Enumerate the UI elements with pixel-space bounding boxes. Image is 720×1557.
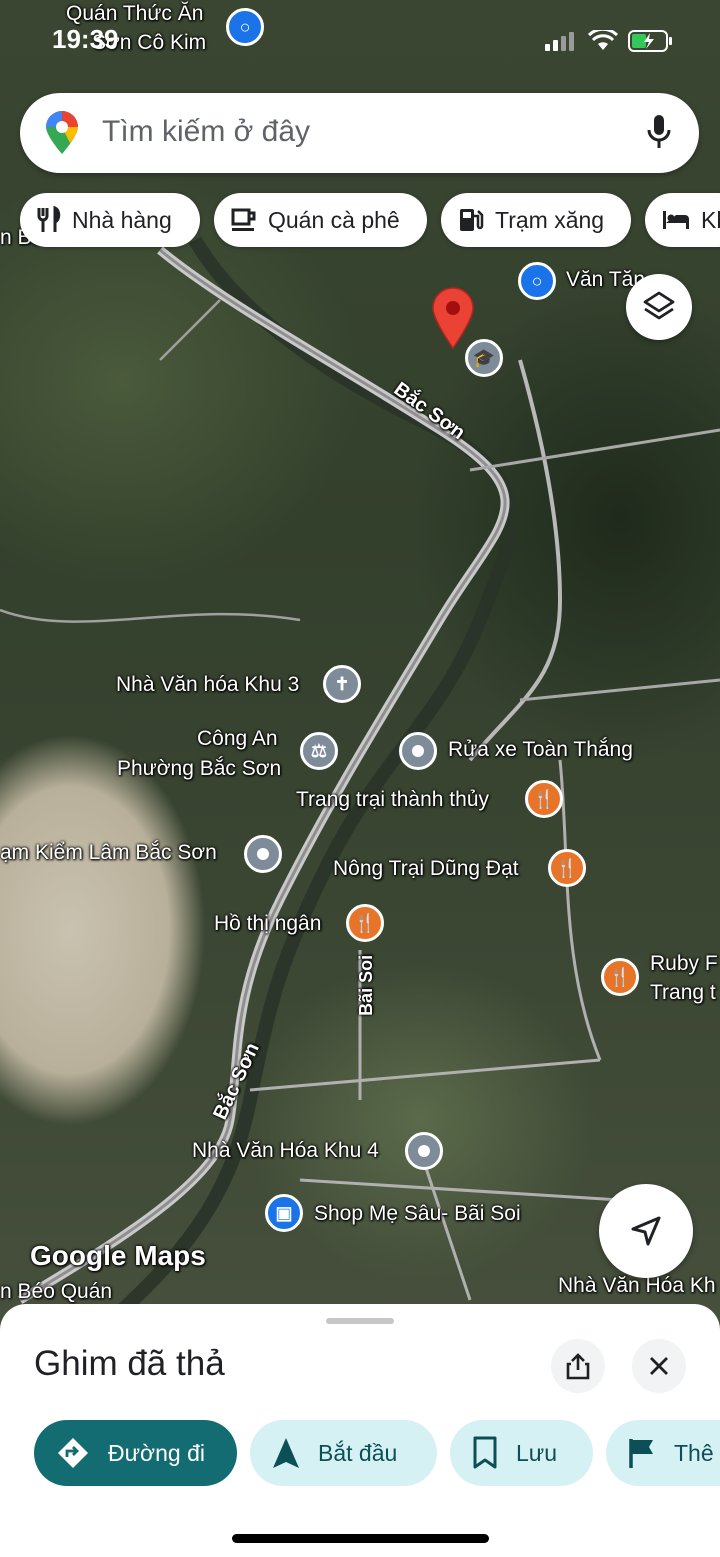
- restaurant-icon[interactable]: 🍴: [548, 849, 586, 887]
- signal-icon: [545, 32, 574, 51]
- directions-button[interactable]: Đường đi: [34, 1420, 237, 1486]
- place-label-rua-xe[interactable]: Rửa xe Toàn Thắng: [448, 738, 633, 762]
- place-label-beo-quan[interactable]: n Béo Quán: [0, 1280, 112, 1304]
- road-label-bai-soi: Bãi Soi: [356, 954, 377, 1016]
- save-button[interactable]: Lưu: [450, 1420, 593, 1486]
- my-location-button[interactable]: [599, 1184, 693, 1278]
- bed-icon: [661, 209, 691, 231]
- chip-cafes[interactable]: Quán cà phê: [214, 193, 427, 247]
- chip-hotels[interactable]: Kh: [645, 193, 720, 247]
- school-icon[interactable]: 🎓: [465, 339, 503, 377]
- chip-restaurants[interactable]: Nhà hàng: [20, 193, 200, 247]
- add-label-button[interactable]: Thê: [606, 1420, 720, 1486]
- close-button[interactable]: [632, 1339, 686, 1393]
- google-maps-pin-icon: [46, 111, 78, 154]
- dropped-pin-icon[interactable]: [431, 286, 475, 350]
- share-button[interactable]: [551, 1339, 605, 1393]
- place-label-ruby[interactable]: Ruby F: [650, 952, 718, 976]
- search-bar[interactable]: Tìm kiếm ở đây: [20, 93, 699, 173]
- place-label-trang-trai[interactable]: Trang trại thành thủy: [296, 788, 489, 812]
- gas-pump-icon: [457, 206, 485, 234]
- chip-gas-stations[interactable]: Trạm xăng: [441, 193, 631, 247]
- place-pin-icon[interactable]: [244, 835, 282, 873]
- place-label-nha-van-hoa-khu-4[interactable]: Nhà Văn Hóa Khu 4: [192, 1139, 379, 1163]
- share-icon: [566, 1353, 590, 1380]
- place-label-phuong-bac-son[interactable]: Phường Bắc Sơn: [117, 757, 281, 781]
- chip-label: Kh: [701, 206, 720, 233]
- start-label: Bắt đầu: [318, 1439, 398, 1466]
- lock-icon[interactable]: ○: [518, 262, 556, 300]
- bottom-sheet[interactable]: Ghim đã thả Đường đi Bắt đầu Lưu Thê: [0, 1304, 720, 1557]
- place-label-shop-me-sau[interactable]: Shop Mẹ Sâu- Bãi Soi: [314, 1202, 521, 1226]
- chip-label: Quán cà phê: [268, 206, 400, 233]
- shop-icon[interactable]: ▣: [265, 1194, 303, 1232]
- close-icon: [650, 1357, 668, 1375]
- restaurant-icon[interactable]: 🍴: [525, 780, 563, 818]
- google-maps-logo: Google Maps: [30, 1240, 206, 1271]
- restaurant-icon[interactable]: 🍴: [346, 904, 384, 942]
- microphone-icon[interactable]: [646, 114, 672, 152]
- restaurant-icon[interactable]: 🍴: [601, 958, 639, 996]
- search-input[interactable]: Tìm kiếm ở đây: [102, 115, 310, 149]
- place-label-cong-an[interactable]: Công An: [197, 727, 278, 751]
- start-button[interactable]: Bắt đầu: [250, 1420, 437, 1486]
- chip-label: Trạm xăng: [495, 206, 605, 233]
- sheet-title: Ghim đã thả: [34, 1344, 225, 1383]
- home-indicator[interactable]: [232, 1534, 489, 1543]
- police-icon[interactable]: ⚖: [300, 732, 338, 770]
- wifi-icon: [588, 30, 618, 50]
- layers-button[interactable]: [626, 274, 692, 340]
- bookmark-icon: [472, 1436, 498, 1470]
- place-label-nha-van-hoa-khu-3[interactable]: Nhà Văn hóa Khu 3: [116, 673, 299, 697]
- battery-icon: [628, 30, 672, 52]
- add-label-label: Thê: [674, 1439, 714, 1466]
- place-label-nong-trai[interactable]: Nông Trại Dũng Đạt: [333, 857, 519, 881]
- place-label-trang[interactable]: Trang t: [650, 981, 716, 1005]
- place-pin-icon[interactable]: [405, 1132, 443, 1170]
- navigation-arrow-icon: [631, 1216, 661, 1246]
- chip-label: Nhà hàng: [72, 206, 172, 233]
- place-label-kiem-lam[interactable]: ạm Kiểm Lâm Bắc Sơn: [0, 841, 217, 865]
- coffee-cup-icon: [230, 207, 258, 233]
- directions-label: Đường đi: [108, 1439, 205, 1466]
- church-icon[interactable]: ✝: [323, 665, 361, 703]
- drag-handle[interactable]: [326, 1318, 394, 1324]
- flag-icon: [628, 1437, 656, 1469]
- fork-knife-icon: [36, 206, 62, 234]
- directions-icon: [56, 1436, 90, 1470]
- status-time: 19:39: [52, 24, 119, 54]
- save-label: Lưu: [516, 1439, 557, 1466]
- place-label-ho-thi-ngan[interactable]: Hồ thị ngân: [214, 912, 321, 936]
- place-label-nha-van-hoa-edge[interactable]: Nhà Văn Hóa Kh: [558, 1274, 716, 1298]
- place-pin-icon[interactable]: [399, 732, 437, 770]
- layers-icon: [643, 291, 675, 320]
- navigation-arrow-icon: [272, 1437, 300, 1469]
- status-bar: 19:39: [0, 0, 720, 80]
